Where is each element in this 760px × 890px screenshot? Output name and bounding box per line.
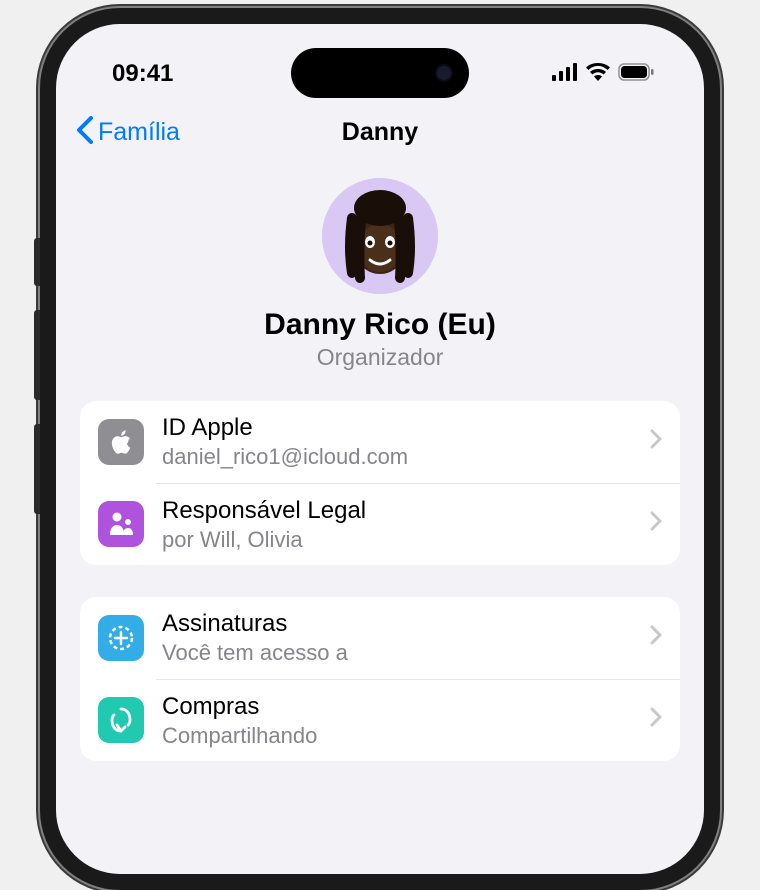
row-title: Assinaturas [162, 609, 642, 639]
subscriptions-row[interactable]: Assinaturas Você tem acesso a [80, 597, 680, 679]
battery-icon [618, 63, 654, 86]
page-title: Danny [342, 118, 418, 147]
row-title: ID Apple [162, 413, 642, 443]
row-subtitle: Você tem acesso a [162, 639, 642, 667]
avatar [322, 178, 438, 294]
status-icons [552, 63, 654, 86]
row-text: Assinaturas Você tem acesso a [162, 609, 642, 667]
chevron-left-icon [76, 116, 94, 149]
profile-section: Danny Rico (Eu) Organizador [56, 160, 704, 401]
side-buttons [34, 238, 40, 514]
row-text: Compras Compartilhando [162, 692, 642, 750]
memoji-icon [322, 178, 438, 294]
front-camera [435, 64, 453, 82]
subscriptions-icon [98, 615, 144, 661]
account-group: ID Apple daniel_rico1@icloud.com Respons… [80, 401, 680, 565]
apple-id-row[interactable]: ID Apple daniel_rico1@icloud.com [80, 401, 680, 483]
row-title: Responsável Legal [162, 496, 642, 526]
profile-name: Danny Rico (Eu) [264, 308, 496, 342]
phone-frame: 09:41 Família Danny [40, 8, 720, 890]
guardian-icon [98, 501, 144, 547]
row-title: Compras [162, 692, 642, 722]
dynamic-island [291, 48, 469, 98]
guardian-row[interactable]: Responsável Legal por Will, Olivia [80, 484, 680, 566]
phone-screen: 09:41 Família Danny [56, 24, 704, 874]
chevron-right-icon [650, 706, 662, 734]
status-time: 09:41 [112, 60, 173, 88]
navigation-bar: Família Danny [56, 104, 704, 160]
row-subtitle: daniel_rico1@icloud.com [162, 443, 642, 471]
cellular-signal-icon [552, 63, 578, 86]
sharing-group: Assinaturas Você tem acesso a Compras Co… [80, 597, 680, 761]
apple-logo-icon [98, 419, 144, 465]
row-text: Responsável Legal por Will, Olivia [162, 496, 642, 554]
back-button[interactable]: Família [76, 116, 180, 149]
profile-role: Organizador [317, 344, 444, 371]
purchases-row[interactable]: Compras Compartilhando [80, 680, 680, 762]
wifi-icon [586, 63, 610, 86]
row-text: ID Apple daniel_rico1@icloud.com [162, 413, 642, 471]
back-label: Família [98, 118, 180, 147]
row-subtitle: Compartilhando [162, 722, 642, 750]
chevron-right-icon [650, 624, 662, 652]
chevron-right-icon [650, 510, 662, 538]
chevron-right-icon [650, 428, 662, 456]
row-subtitle: por Will, Olivia [162, 526, 642, 554]
purchases-icon [98, 697, 144, 743]
